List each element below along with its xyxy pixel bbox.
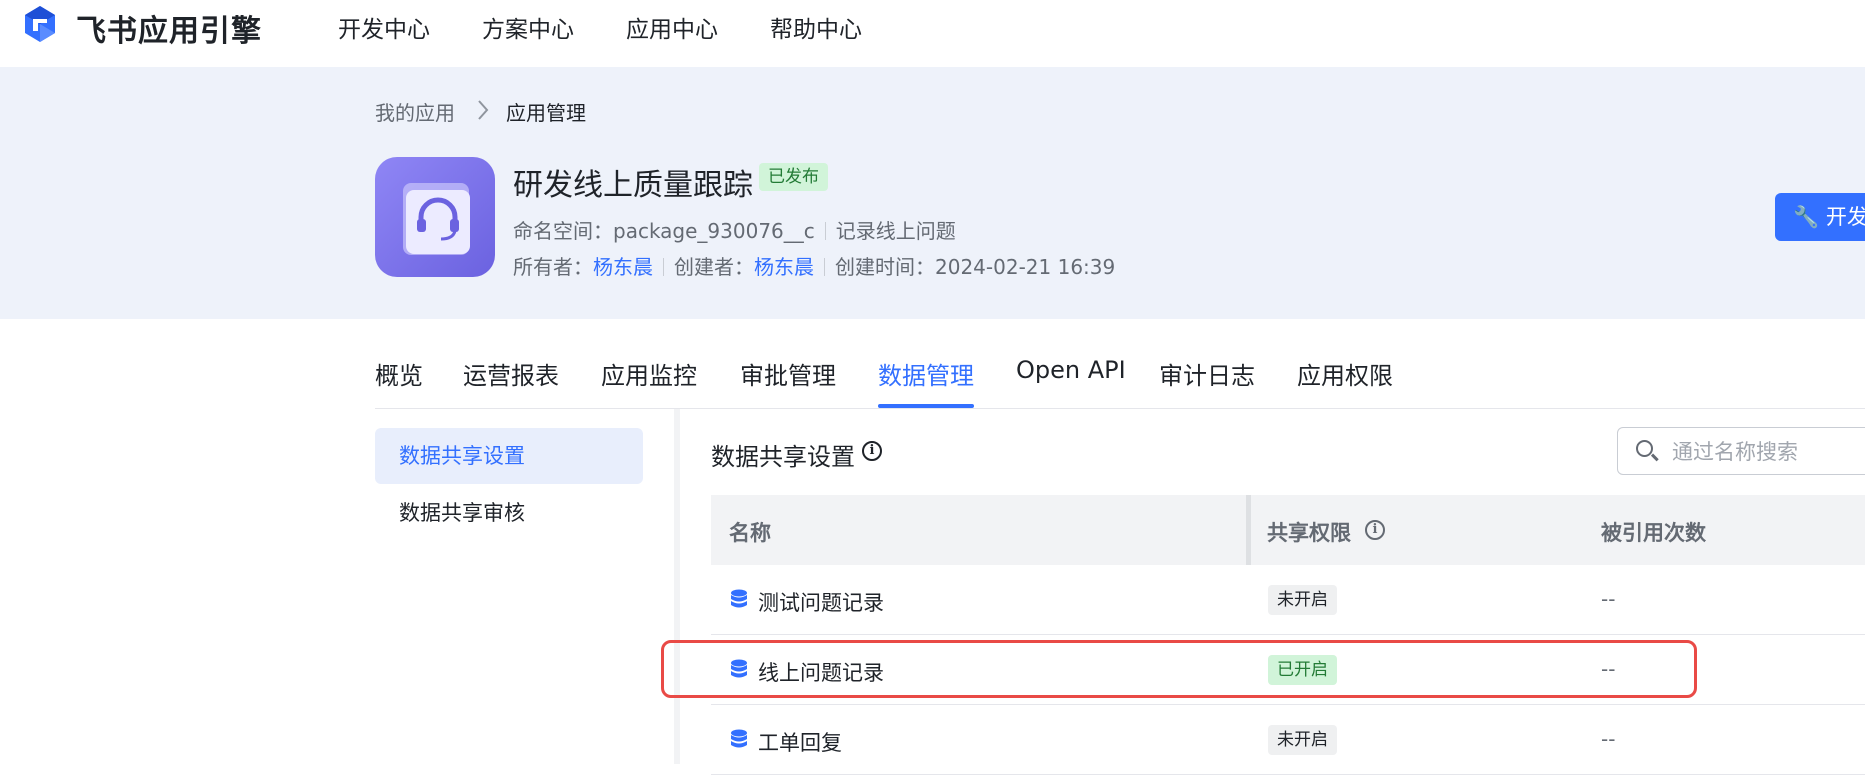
divider [824,258,825,276]
search-icon [1636,440,1653,457]
tab-audit-log[interactable]: 审计日志 [1159,356,1255,391]
breadcrumb-parent[interactable]: 我的应用 [375,97,455,126]
column-header-name: 名称 [729,521,771,545]
created-time: 2024-02-21 16:39 [935,255,1116,279]
chevron-right-icon [478,100,489,120]
owner-label: 所有者： [513,255,593,279]
reference-count: -- [1601,587,1616,611]
tab-data-management[interactable]: 数据管理 [878,356,974,391]
owner-link[interactable]: 杨东晨 [593,255,653,279]
tab-overview[interactable]: 概览 [375,356,423,391]
tab-app-monitor[interactable]: 应用监控 [601,356,697,391]
section-title: 数据共享设置 [711,443,855,471]
database-icon [731,589,747,608]
search-input[interactable] [1670,437,1865,467]
column-header-permission: 共享权限 [1267,521,1351,545]
submenu-data-share-review[interactable]: 数据共享审核 [375,485,643,541]
namespace-label: 命名空间： [513,219,613,243]
app-header [0,67,1865,319]
headset-icon [403,183,470,255]
creator-label: 创建者： [674,255,754,279]
table-row[interactable]: 线上问题记录 已开启 -- [711,635,1865,705]
panel-divider [674,409,680,764]
divider [663,258,664,276]
wrench-icon: 🔧 [1793,205,1820,229]
active-tab-indicator [878,404,974,408]
develop-button[interactable]: 🔧 开发 [1775,193,1865,241]
app-avatar [375,157,495,277]
breadcrumb-current: 应用管理 [506,101,586,125]
row-name: 测试问题记录 [758,591,884,615]
table-row[interactable]: 测试问题记录 未开启 -- [711,565,1865,635]
nav-item-app-center[interactable]: 应用中心 [626,10,718,44]
nav-item-help-center[interactable]: 帮助中心 [770,10,862,44]
tabs-divider [375,408,1865,409]
app-owner-line: 所有者：杨东晨 创建者：杨东晨 创建时间：2024-02-21 16:39 [513,251,1115,280]
develop-button-label: 开发 [1825,205,1865,229]
permission-tag: 已开启 [1268,655,1337,685]
search-box[interactable] [1617,427,1865,475]
reference-count: -- [1601,727,1616,751]
table-header: 名称 共享权限 i 被引用次数 [711,495,1865,565]
namespace-value: package_930076__c [613,219,815,243]
tab-approval[interactable]: 审批管理 [740,356,836,391]
tab-open-api[interactable]: Open API [1016,356,1126,384]
database-icon [731,729,747,748]
info-icon[interactable]: i [862,441,882,461]
top-navbar: 飞书应用引擎 开发中心 方案中心 应用中心 帮助中心 [0,0,1865,67]
submenu-data-share-settings[interactable]: 数据共享设置 [375,428,643,484]
reference-count: -- [1601,657,1616,681]
feishu-logo-icon[interactable] [20,4,60,44]
app-namespace-line: 命名空间：package_930076__c 记录线上问题 [513,215,956,244]
brand-name[interactable]: 飞书应用引擎 [76,6,262,50]
permission-tag: 未开启 [1268,585,1337,615]
database-icon [731,659,747,678]
status-badge: 已发布 [759,163,828,191]
column-header-reference-count: 被引用次数 [1601,521,1706,545]
divider [824,222,826,240]
info-icon[interactable]: i [1365,520,1385,540]
app-description: 记录线上问题 [835,219,956,243]
tab-app-permission[interactable]: 应用权限 [1297,356,1393,391]
permission-tag: 未开启 [1268,725,1337,755]
tab-operation-report[interactable]: 运营报表 [463,356,559,391]
creator-link[interactable]: 杨东晨 [754,255,814,279]
row-name: 线上问题记录 [758,661,884,685]
table-row[interactable]: 工单回复 未开启 -- [711,705,1865,775]
nav-item-solution-center[interactable]: 方案中心 [482,10,574,44]
row-name: 工单回复 [758,731,842,755]
created-label: 创建时间： [835,255,935,279]
nav-item-dev-center[interactable]: 开发中心 [338,10,430,44]
column-resize-handle[interactable] [1246,495,1251,565]
app-title: 研发线上质量跟踪 [513,168,753,203]
